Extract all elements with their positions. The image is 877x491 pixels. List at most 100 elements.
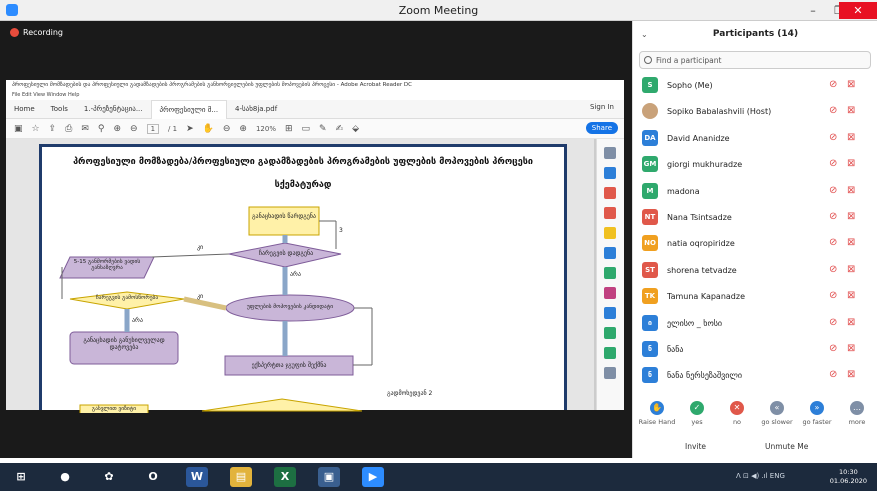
muted-mic-icon[interactable]: ⊘	[829, 79, 837, 90]
muted-mic-icon[interactable]: ⊘	[829, 343, 837, 354]
windows-start-icon[interactable]: ⊞	[10, 467, 32, 487]
combine-files-icon[interactable]	[604, 247, 616, 259]
protect-icon[interactable]	[604, 307, 616, 319]
participant-row[interactable]: Sopiko Babalashvili (Host) ⊘ ⊠	[633, 99, 877, 125]
video-off-icon[interactable]: ⊠	[847, 369, 855, 380]
zoom-tool-icon[interactable]	[604, 147, 616, 159]
participant-row[interactable]: ST shorena tetvadze ⊘ ⊠	[633, 258, 877, 284]
video-off-icon[interactable]: ⊠	[847, 105, 855, 116]
participant-row[interactable]: NT Nana Tsintsadze ⊘ ⊠	[633, 205, 877, 231]
tab-home[interactable]: Home	[6, 100, 43, 119]
muted-mic-icon[interactable]: ⊘	[829, 264, 837, 275]
muted-mic-icon[interactable]: ⊘	[829, 211, 837, 222]
participants-title: Participants (14)	[712, 29, 799, 39]
no-button[interactable]: ✕ no	[717, 401, 757, 426]
share-button[interactable]: Share	[585, 122, 618, 134]
muted-mic-icon[interactable]: ⊘	[829, 105, 837, 116]
sign-in-button[interactable]: Sign In	[590, 103, 614, 111]
page-number-field[interactable]: 1	[146, 123, 160, 134]
print-icon[interactable]: ⎙	[65, 124, 72, 134]
tab-document-1[interactable]: 1.-პრეზენტაცია...	[76, 100, 151, 119]
video-off-icon[interactable]: ⊠	[847, 158, 855, 169]
fit-page-icon[interactable]: ⊞	[285, 124, 293, 134]
invite-button[interactable]: Invite	[685, 442, 706, 451]
print-production-icon[interactable]	[604, 347, 616, 359]
minimize-button[interactable]: –	[799, 2, 827, 19]
more-tools-icon[interactable]	[604, 367, 616, 379]
upload-icon[interactable]: ⇪	[49, 124, 57, 134]
video-off-icon[interactable]: ⊠	[847, 343, 855, 354]
video-off-icon[interactable]: ⊠	[847, 237, 855, 248]
unmute-me-button[interactable]: Unmute Me	[765, 442, 808, 451]
word-icon[interactable]: W	[186, 467, 208, 487]
participant-row[interactable]: TK Tamuna Kapanadze ⊘ ⊠	[633, 284, 877, 310]
zoom-taskbar-icon[interactable]: ▶	[362, 467, 384, 487]
excel-icon[interactable]: X	[274, 467, 296, 487]
raise-hand-button[interactable]: ✋ Raise Hand	[637, 401, 677, 426]
muted-mic-icon[interactable]: ⊘	[829, 132, 837, 143]
node-review: ჩარეგვის გამოსწორება	[95, 295, 159, 301]
participant-row[interactable]: NO natia oqropiridze ⊘ ⊠	[633, 231, 877, 257]
optimize-icon[interactable]	[604, 327, 616, 339]
comment-tool-icon[interactable]	[604, 227, 616, 239]
participant-row[interactable]: Mmadona ⊘ ⊠	[633, 179, 877, 205]
muted-mic-icon[interactable]: ⊘	[829, 237, 837, 248]
file-explorer-icon[interactable]: ▤	[230, 467, 252, 487]
more-button[interactable]: … more	[837, 401, 877, 426]
fill-sign-icon[interactable]	[604, 287, 616, 299]
participant-row[interactable]: GM giorgi mukhuradze ⊘ ⊠	[633, 152, 877, 178]
settings-app-icon[interactable]: ✿	[98, 467, 120, 487]
comment-icon[interactable]: ▭	[302, 124, 311, 134]
export-pdf-icon[interactable]	[604, 167, 616, 179]
tab-document-2[interactable]: პროფესიული მ...	[150, 99, 228, 119]
zoom-in-icon[interactable]: ⊕	[239, 124, 247, 134]
tab-document-3[interactable]: 4-სახ8ja.pdf	[227, 100, 285, 119]
video-off-icon[interactable]: ⊠	[847, 79, 855, 90]
video-off-icon[interactable]: ⊠	[847, 211, 855, 222]
muted-mic-icon[interactable]: ⊘	[829, 369, 837, 380]
save-icon[interactable]: ▣	[14, 124, 23, 134]
taskbar-clock[interactable]: 10:30 01.06.2020	[830, 468, 867, 486]
zoom-level-select[interactable]: 120%	[256, 125, 276, 133]
tab-tools[interactable]: Tools	[43, 100, 76, 119]
video-off-icon[interactable]: ⊠	[847, 290, 855, 301]
search-input[interactable]: Find a participant	[639, 51, 871, 69]
page-down-icon[interactable]: ⊖	[130, 124, 138, 134]
sign-icon[interactable]: ✍	[336, 124, 344, 134]
search-icon[interactable]: ⚲	[98, 124, 105, 134]
organize-pages-icon[interactable]	[604, 267, 616, 279]
participant-row[interactable]: ნ ნანა ⊘ ⊠	[633, 337, 877, 363]
no-icon: ✕	[730, 401, 744, 415]
hand-tool-icon[interactable]: ✋	[203, 124, 214, 134]
close-button[interactable]: ✕	[839, 2, 877, 19]
create-pdf-icon[interactable]	[604, 187, 616, 199]
video-off-icon[interactable]: ⊠	[847, 132, 855, 143]
bookmark-star-icon[interactable]: ☆	[32, 124, 40, 134]
zoom-out-icon[interactable]: ⊖	[223, 124, 231, 134]
edit-pdf-icon[interactable]	[604, 207, 616, 219]
photos-icon[interactable]: ▣	[318, 467, 340, 487]
muted-mic-icon[interactable]: ⊘	[829, 185, 837, 196]
pen-icon[interactable]: ✎	[319, 124, 327, 134]
video-off-icon[interactable]: ⊠	[847, 185, 855, 196]
opera-icon[interactable]: O	[142, 467, 164, 487]
muted-mic-icon[interactable]: ⊘	[829, 317, 837, 328]
participant-row[interactable]: ნ ნანა ნერსეზაშვილი ⊘ ⊠	[633, 363, 877, 389]
video-off-icon[interactable]: ⊠	[847, 317, 855, 328]
email-icon[interactable]: ✉	[81, 124, 89, 134]
page-up-icon[interactable]: ⊕	[113, 124, 121, 134]
muted-mic-icon[interactable]: ⊘	[829, 158, 837, 169]
fill-icon[interactable]: ⬙	[352, 124, 359, 134]
video-off-icon[interactable]: ⊠	[847, 264, 855, 275]
select-cursor-icon[interactable]: ➤	[186, 124, 194, 134]
go-slower-button[interactable]: « go slower	[757, 401, 797, 426]
reaction-label: go faster	[802, 418, 832, 426]
chrome-icon[interactable]: ●	[54, 467, 76, 487]
participant-row[interactable]: ი ელისო _ ხოსი ⊘ ⊠	[633, 311, 877, 337]
muted-mic-icon[interactable]: ⊘	[829, 290, 837, 301]
participant-row[interactable]: S Sopho (Me) ⊘ ⊠	[633, 73, 877, 99]
yes-button[interactable]: ✓ yes	[677, 401, 717, 426]
participant-row[interactable]: DA David Ananidze ⊘ ⊠	[633, 126, 877, 152]
system-tray[interactable]: ᐱ ⊡ ◀) .ıl ENG	[736, 472, 785, 480]
go-faster-button[interactable]: » go faster	[797, 401, 837, 426]
